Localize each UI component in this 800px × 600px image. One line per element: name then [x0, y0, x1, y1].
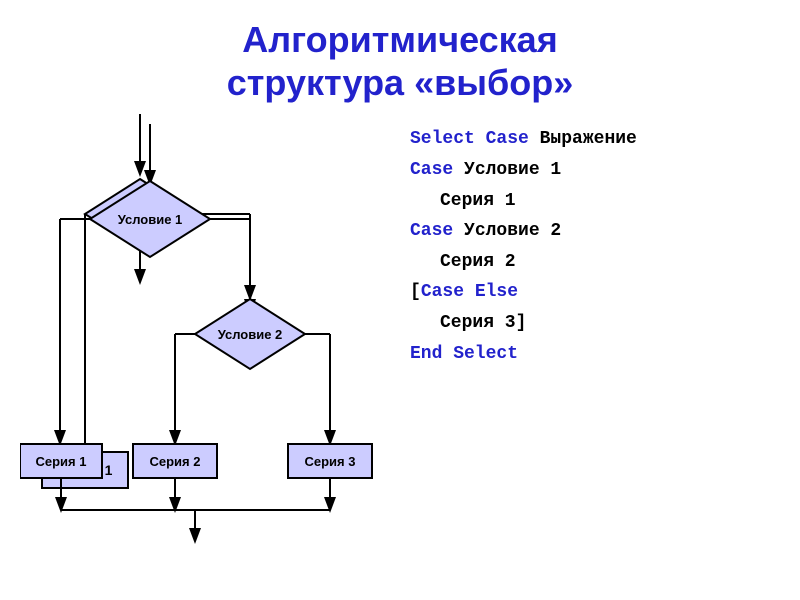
- code-line-3: Серия 1: [410, 186, 637, 217]
- code-block: Select Case Выражение Case Условие 1 Сер…: [390, 114, 637, 574]
- svg-text:Серия 1: Серия 1: [36, 454, 87, 469]
- svg-text:Условие 2: Условие 2: [218, 327, 283, 342]
- kw-select-case: Select Case: [410, 129, 529, 149]
- code-bracket-open: [: [410, 282, 421, 302]
- code-seria3: Серия 3]: [410, 308, 637, 339]
- kw-end-select: End Select: [410, 344, 518, 364]
- kw-case1: Case: [410, 160, 453, 180]
- code-line-5: Серия 2: [410, 247, 637, 278]
- code-line-4: Case Условие 2: [410, 216, 637, 247]
- code-condition1: Условие 1: [453, 160, 561, 180]
- kw-case-else: Case Else: [421, 282, 518, 302]
- code-seria2: Серия 2: [410, 247, 637, 278]
- code-line-7: Серия 3]: [410, 308, 637, 339]
- code-condition2: Условие 2: [453, 221, 561, 241]
- code-expression: Выражение: [529, 129, 637, 149]
- code-seria1: Серия 1: [410, 186, 637, 217]
- title-line2: структура «выбор»: [227, 62, 573, 103]
- svg-text:Условие 1: Условие 1: [118, 212, 183, 227]
- svg-text:Серия 2: Серия 2: [150, 454, 201, 469]
- code-line-6: [Case Else: [410, 277, 637, 308]
- title-line1: Алгоритмическая: [242, 19, 557, 60]
- kw-case2: Case: [410, 221, 453, 241]
- flowchart: Условие 1 Серия 1: [20, 114, 380, 574]
- title-area: Алгоритмическая структура «выбор»: [0, 0, 800, 104]
- code-line-8: End Select: [410, 339, 637, 370]
- code-line-2: Case Условие 1: [410, 155, 637, 186]
- content-area: Условие 1 Серия 1: [0, 114, 800, 574]
- page-title: Алгоритмическая структура «выбор»: [0, 18, 800, 104]
- code-line-1: Select Case Выражение: [410, 124, 637, 155]
- svg-text:Серия 3: Серия 3: [305, 454, 356, 469]
